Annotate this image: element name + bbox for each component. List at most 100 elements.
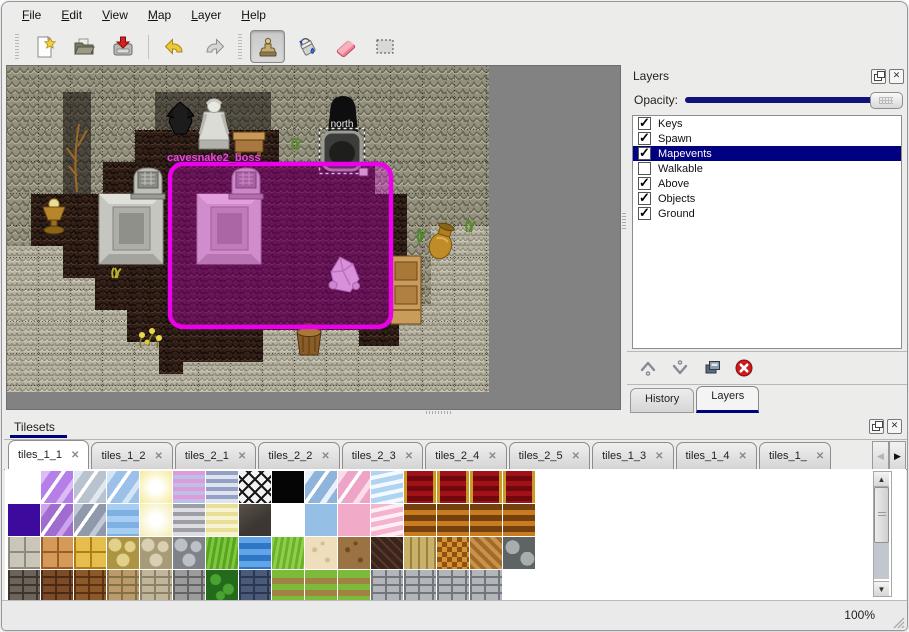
map-canvas-area[interactable]: north cavesnake2_boss cavesnake2_boss (6, 65, 621, 410)
palette-tile[interactable] (503, 471, 535, 503)
layer-visibility-checkbox[interactable] (638, 117, 651, 130)
palette-tile[interactable] (503, 537, 535, 569)
tab-scroll-right-button[interactable]: ▶ (889, 441, 906, 471)
tab-close-icon[interactable] (238, 451, 246, 462)
palette-tile[interactable] (41, 504, 73, 536)
map-canvas[interactable]: north cavesnake2_boss cavesnake2_boss (7, 66, 489, 392)
palette-tile[interactable] (140, 504, 172, 536)
scroll-down-button[interactable]: ▼ (874, 581, 889, 596)
palette-tile[interactable] (437, 537, 469, 569)
palette-tile[interactable] (206, 471, 238, 503)
delete-layer-button[interactable] (731, 355, 757, 381)
layer-visibility-checkbox[interactable] (638, 132, 651, 145)
map-selection[interactable] (170, 164, 391, 327)
palette-tile[interactable] (404, 471, 436, 503)
palette-tile[interactable] (173, 471, 205, 503)
palette-tile[interactable] (404, 504, 436, 536)
palette-tile[interactable] (74, 471, 106, 503)
tileset-tab-tiles_1_[interactable]: tiles_1_ (759, 442, 831, 469)
palette-tile[interactable] (8, 504, 40, 536)
tab-close-icon[interactable] (71, 450, 79, 461)
save-file-button[interactable] (105, 30, 140, 63)
palette-tile[interactable] (140, 471, 172, 503)
palette-tile[interactable] (371, 570, 403, 600)
palette-tile[interactable] (140, 537, 172, 569)
palette-tile[interactable] (107, 570, 139, 600)
palette-tile[interactable] (272, 504, 304, 536)
palette-tile[interactable] (173, 537, 205, 569)
close-tilesets-button[interactable] (887, 419, 902, 434)
palette-tile[interactable] (239, 570, 271, 600)
close-panel-button[interactable] (889, 69, 904, 84)
palette-tile[interactable] (107, 537, 139, 569)
palette-tile[interactable] (338, 504, 370, 536)
redo-button[interactable] (196, 30, 231, 63)
palette-tile[interactable] (239, 537, 271, 569)
tab-close-icon[interactable] (572, 451, 580, 462)
menu-layer[interactable]: Layer (181, 6, 231, 24)
palette-tile[interactable] (8, 471, 40, 503)
tileset-tab-tiles_1_3[interactable]: tiles_1_3 (592, 442, 673, 469)
menu-map[interactable]: Map (138, 6, 181, 24)
tileset-tab-tiles_2_1[interactable]: tiles_2_1 (175, 442, 256, 469)
tab-close-icon[interactable] (655, 451, 663, 462)
layer-visibility-checkbox[interactable] (638, 207, 651, 220)
palette-tile[interactable] (173, 570, 205, 600)
palette-tile[interactable] (272, 537, 304, 569)
move-layer-down-button[interactable] (667, 355, 693, 381)
layer-visibility-checkbox[interactable] (638, 162, 651, 175)
palette-tile[interactable] (338, 570, 370, 600)
scrollbar-thumb[interactable] (874, 487, 889, 543)
resize-grip[interactable] (891, 615, 905, 629)
palette-tile[interactable] (338, 537, 370, 569)
palette-tile[interactable] (503, 504, 535, 536)
tab-close-icon[interactable] (321, 451, 329, 462)
palette-tile[interactable] (503, 570, 535, 600)
layer-visibility-checkbox[interactable] (638, 192, 651, 205)
layer-row-above[interactable]: Above (633, 176, 901, 191)
layer-visibility-checkbox[interactable] (638, 177, 651, 190)
palette-tile[interactable] (173, 504, 205, 536)
tab-close-icon[interactable] (154, 451, 162, 462)
palette-tile[interactable] (470, 504, 502, 536)
tab-close-icon[interactable] (739, 451, 747, 462)
palette-tile[interactable] (272, 570, 304, 600)
new-file-button[interactable] (27, 30, 62, 63)
layer-row-spawn[interactable]: Spawn (633, 131, 901, 146)
tileset-tab-tiles_2_5[interactable]: tiles_2_5 (509, 442, 590, 469)
palette-tile[interactable] (404, 570, 436, 600)
undo-button[interactable] (157, 30, 192, 63)
tab-close-icon[interactable] (816, 451, 824, 462)
palette-tile[interactable] (404, 537, 436, 569)
palette-tile[interactable] (305, 504, 337, 536)
tab-history[interactable]: History (630, 388, 694, 413)
palette-tile[interactable] (338, 471, 370, 503)
tileset-tab-tiles_2_3[interactable]: tiles_2_3 (342, 442, 423, 469)
tile-palette[interactable]: ▲ ▼ (5, 469, 906, 600)
palette-tile[interactable] (206, 504, 238, 536)
tab-scroll-left-button[interactable]: ◀ (872, 441, 889, 471)
palette-tile[interactable] (470, 471, 502, 503)
tileset-tab-tiles_2_4[interactable]: tiles_2_4 (425, 442, 506, 469)
palette-tile[interactable] (371, 471, 403, 503)
tab-close-icon[interactable] (488, 451, 496, 462)
palette-tile[interactable] (74, 570, 106, 600)
move-layer-up-button[interactable] (635, 355, 661, 381)
layer-row-keys[interactable]: Keys (633, 116, 901, 131)
open-file-button[interactable] (66, 30, 101, 63)
menu-edit[interactable]: Edit (51, 6, 92, 24)
palette-tile[interactable] (305, 471, 337, 503)
layer-list[interactable]: KeysSpawnMapeventsWalkableAboveObjectsGr… (632, 115, 902, 349)
palette-tile[interactable] (305, 570, 337, 600)
palette-tile[interactable] (206, 537, 238, 569)
palette-tile[interactable] (239, 471, 271, 503)
tileset-tab-tiles_1_4[interactable]: tiles_1_4 (676, 442, 757, 469)
tileset-tab-tiles_2_2[interactable]: tiles_2_2 (258, 442, 339, 469)
select-tool-button[interactable] (367, 30, 402, 63)
eraser-tool-button[interactable] (328, 30, 363, 63)
tab-layers[interactable]: Layers (696, 386, 759, 413)
scroll-up-button[interactable]: ▲ (874, 472, 889, 487)
palette-tile[interactable] (74, 537, 106, 569)
palette-tile[interactable] (437, 570, 469, 600)
palette-tile[interactable] (8, 537, 40, 569)
